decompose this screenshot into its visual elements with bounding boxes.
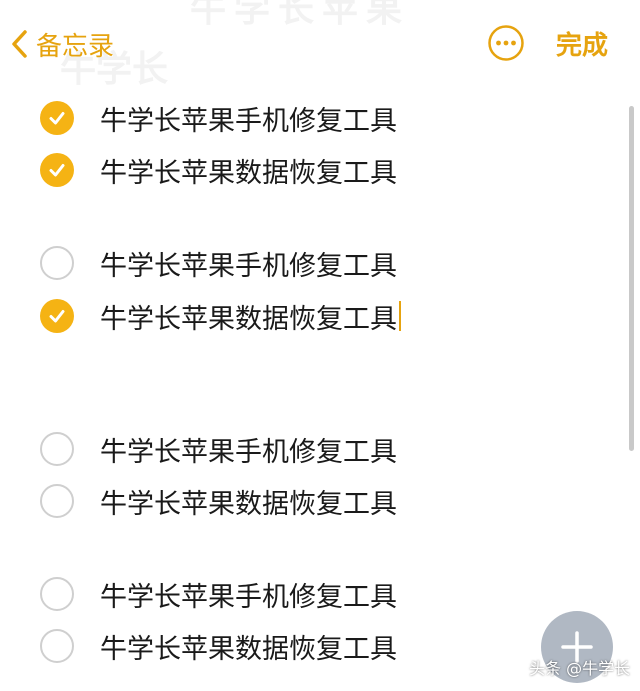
checklist-item[interactable]: 牛学长苹果手机修复工具 bbox=[40, 243, 397, 283]
checklist-item[interactable]: 牛学长苹果数据恢复工具 bbox=[40, 296, 401, 336]
checkbox-unchecked[interactable] bbox=[40, 629, 74, 663]
checkbox-checked[interactable] bbox=[40, 153, 74, 187]
checkmark-icon bbox=[49, 112, 65, 125]
checkbox-unchecked[interactable] bbox=[40, 432, 74, 466]
checklist-item-text[interactable]: 牛学长苹果数据恢复工具 bbox=[100, 482, 397, 521]
checklist-item-text[interactable]: 牛学长苹果数据恢复工具 bbox=[100, 627, 397, 666]
checklist-item[interactable]: 牛学长苹果手机修复工具 bbox=[40, 429, 397, 469]
checkmark-icon bbox=[49, 310, 65, 323]
checklist-item[interactable]: 牛学长苹果手机修复工具 bbox=[40, 574, 397, 614]
checklist-item[interactable]: 牛学长苹果数据恢复工具 bbox=[40, 150, 397, 190]
checklist-item-text[interactable]: 牛学长苹果手机修复工具 bbox=[100, 244, 397, 283]
checklist-item[interactable]: 牛学长苹果数据恢复工具 bbox=[40, 626, 397, 666]
checkbox-checked[interactable] bbox=[40, 101, 74, 135]
checkbox-unchecked[interactable] bbox=[40, 577, 74, 611]
checkbox-checked[interactable] bbox=[40, 299, 74, 333]
checklist-item[interactable]: 牛学长苹果数据恢复工具 bbox=[40, 481, 397, 521]
notes-screen: 牛学长苹果 牛学长 备忘录 完成 牛学长苹果手机修复工具 牛学长苹果数据恢复工具牛… bbox=[0, 0, 640, 691]
checkbox-unchecked[interactable] bbox=[40, 246, 74, 280]
checklist-item-text[interactable]: 牛学长苹果数据恢复工具 bbox=[100, 297, 397, 336]
checklist-item-text[interactable]: 牛学长苹果手机修复工具 bbox=[100, 575, 397, 614]
watermark-text: 头条 @牛学长 bbox=[529, 659, 631, 678]
checklist-item-text[interactable]: 牛学长苹果数据恢复工具 bbox=[100, 151, 397, 190]
checkbox-unchecked[interactable] bbox=[40, 484, 74, 518]
text-cursor bbox=[399, 301, 401, 331]
vertical-scrollbar[interactable] bbox=[629, 106, 634, 451]
checklist-item-text[interactable]: 牛学长苹果手机修复工具 bbox=[100, 99, 397, 138]
checkmark-icon bbox=[49, 164, 65, 177]
checklist-item-text[interactable]: 牛学长苹果手机修复工具 bbox=[100, 430, 397, 469]
checklist: 牛学长苹果手机修复工具 牛学长苹果数据恢复工具 牛学长苹果手机修复工具 牛学长苹果数据… bbox=[0, 0, 640, 691]
checklist-item[interactable]: 牛学长苹果手机修复工具 bbox=[40, 98, 397, 138]
